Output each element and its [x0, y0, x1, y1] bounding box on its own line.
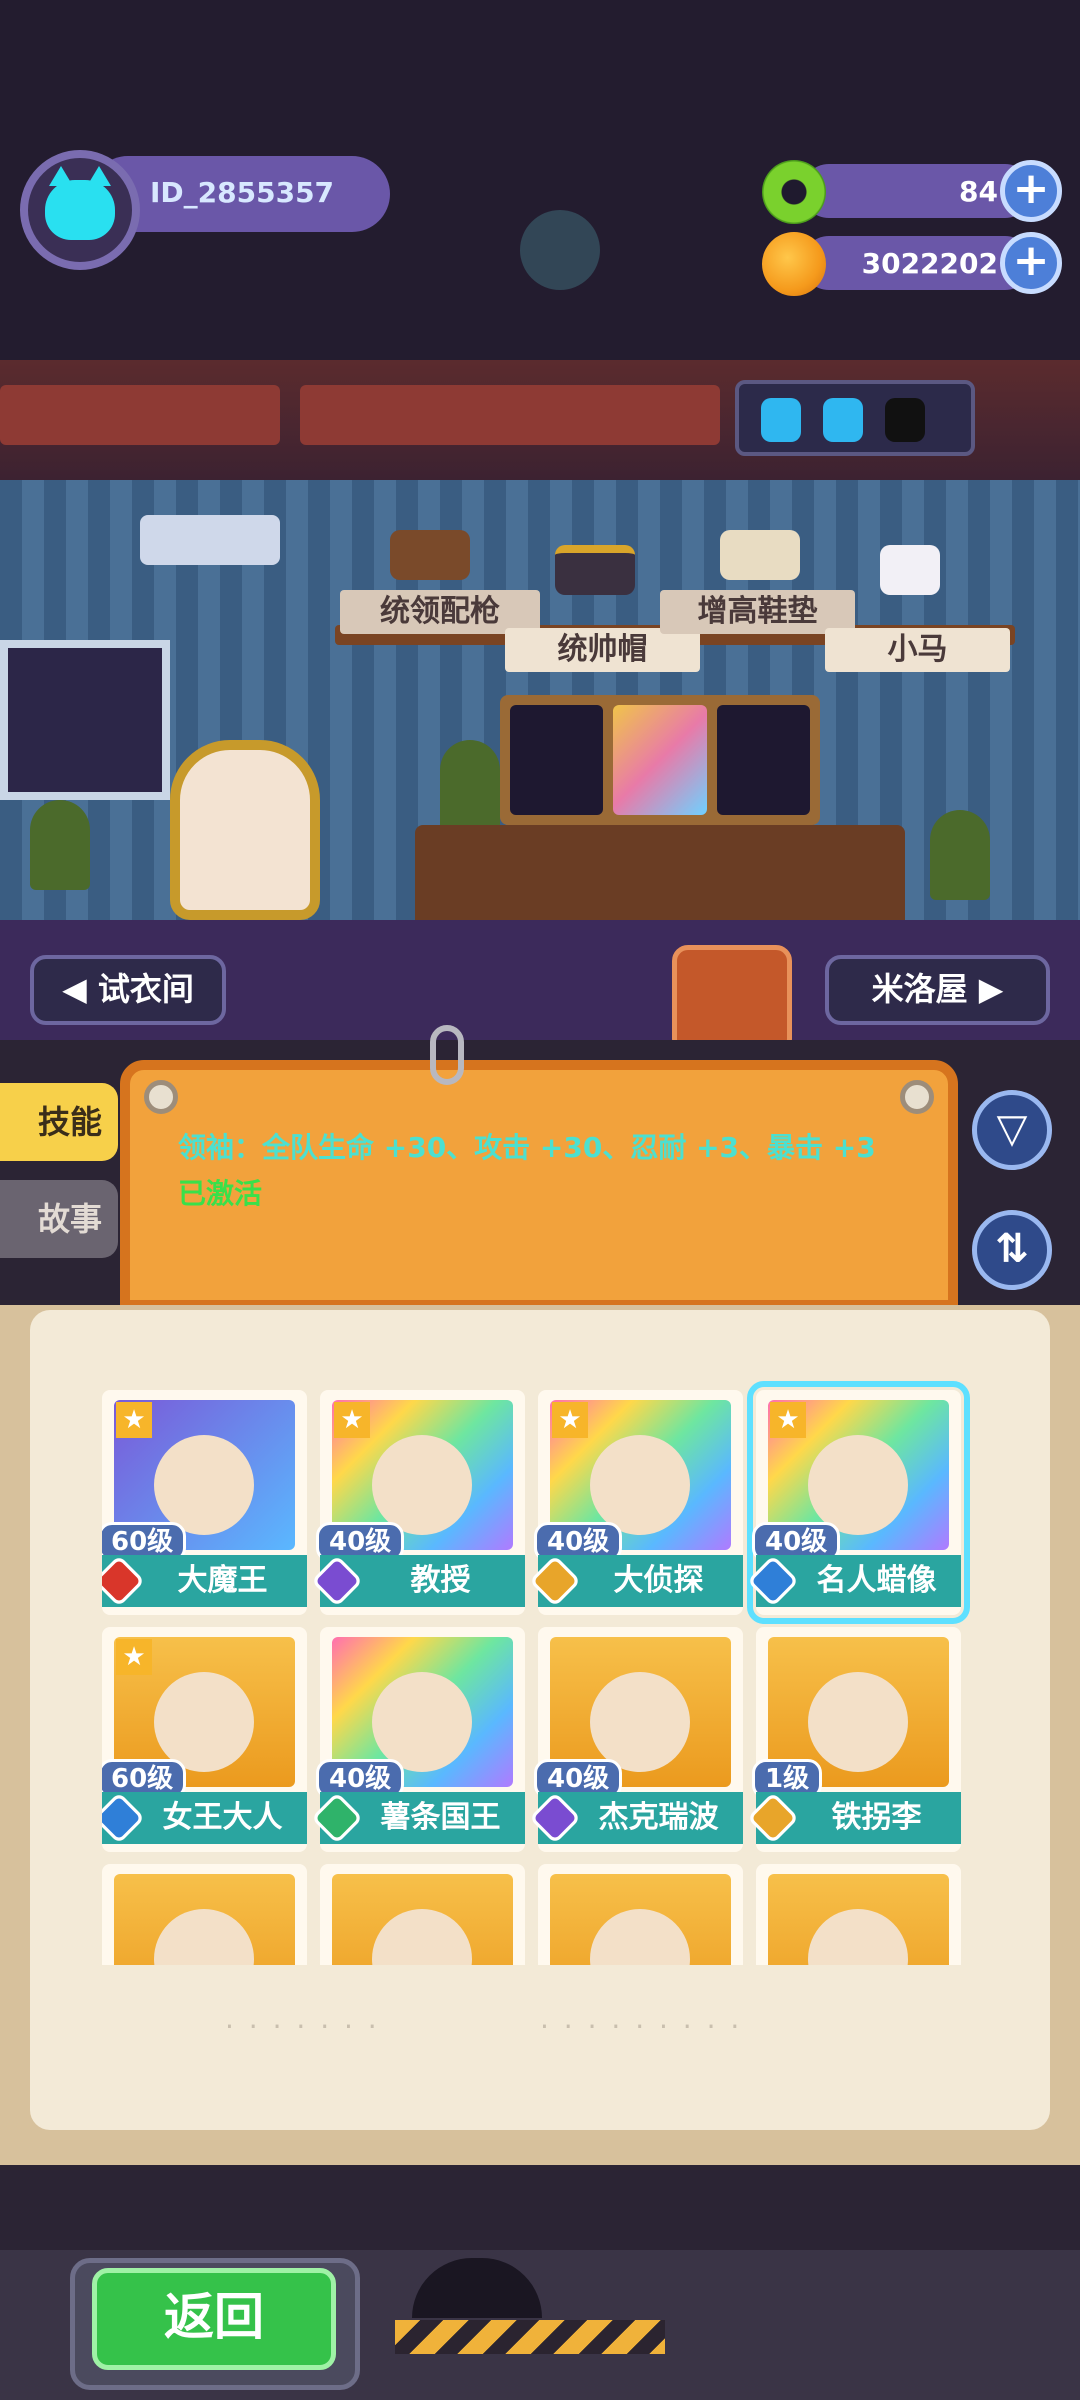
- star-icon: ★: [116, 1402, 152, 1438]
- gem-counter: 84 +: [762, 160, 1062, 224]
- character-face-icon: [590, 1909, 690, 1965]
- character-face-icon: [590, 1672, 690, 1772]
- planet-coin-icon: [762, 232, 826, 296]
- ceiling-fan-icon: [520, 210, 600, 290]
- pin-icon: [900, 1080, 934, 1114]
- equipment-item-pony[interactable]: 小马: [825, 628, 1010, 672]
- energy-battery: [735, 380, 975, 456]
- machine-panel-left: [0, 385, 280, 445]
- character-face-icon: [808, 1435, 908, 1535]
- character-card[interactable]: ★ 60级 女王大人: [102, 1627, 307, 1852]
- green-donut-gem-icon: [762, 160, 826, 224]
- character-card[interactable]: ★ 40级 教授: [310, 1390, 525, 1615]
- character-card[interactable]: ★ 40级 名人蜡像: [746, 1381, 970, 1624]
- character-portrait: [768, 1874, 949, 1965]
- equipment-slot[interactable]: [510, 705, 604, 815]
- pin-icon: [144, 1080, 178, 1114]
- equipment-item-hat[interactable]: 统帅帽: [505, 628, 700, 672]
- plant-icon: [930, 810, 990, 900]
- character-face-icon: [372, 1435, 472, 1535]
- player-profile[interactable]: ID_2855357: [20, 150, 390, 270]
- selected-character-figure: [170, 740, 320, 920]
- filter-button[interactable]: ▽: [972, 1090, 1052, 1170]
- paper-clip-icon: [430, 1025, 464, 1085]
- tab-skill[interactable]: 技能: [0, 1083, 118, 1161]
- character-card[interactable]: ★ 40级 大侦探: [528, 1390, 743, 1615]
- player-id: ID_2855357: [150, 176, 335, 209]
- fitting-room-button[interactable]: ◀ 试衣间: [30, 955, 226, 1025]
- gem-value: 84: [959, 175, 998, 208]
- character-grid: ★ 60级 大魔王 ★ 40级 教授 ★ 40级 大侦探 ★ 40级 名人蜡像 ★ 60级 女王大人 40级薯…: [102, 1380, 982, 1965]
- lamp-icon: [140, 515, 280, 565]
- hazard-stripe: [395, 2320, 665, 2354]
- character-portrait: [332, 1874, 513, 1965]
- character-face-icon: [154, 1672, 254, 1772]
- machine-panel-center: [300, 385, 720, 445]
- character-card[interactable]: [538, 1864, 743, 1965]
- add-gems-button[interactable]: +: [1000, 160, 1062, 222]
- blurred-text: · · · · · · · · ·: [540, 2010, 743, 2043]
- character-card[interactable]: [102, 1864, 307, 1965]
- tab-story[interactable]: 故事: [0, 1180, 118, 1258]
- star-icon: ★: [334, 1402, 370, 1438]
- filter-funnel-icon: ▽: [996, 1106, 1028, 1152]
- star-icon: ★: [116, 1639, 152, 1675]
- pony-icon: [880, 545, 940, 595]
- insole-icon: [720, 530, 800, 580]
- skill-panel: 领袖：全队生命 +30、攻击 +30、忍耐 +3、暴击 +3 已激活: [120, 1060, 958, 1310]
- game-screen: ID_2855357 84 + 3022202 + 统领配枪 统帅帽 增高鞋垫 …: [0, 0, 1080, 2400]
- add-coins-button[interactable]: +: [1000, 232, 1062, 294]
- character-card[interactable]: ★ 60级 大魔王: [102, 1390, 307, 1615]
- character-card[interactable]: 40级 杰克瑞波: [528, 1627, 743, 1852]
- energy-cell-empty-icon: [885, 398, 925, 442]
- character-card[interactable]: 40级 薯条国王: [310, 1627, 525, 1852]
- pistol-icon: [390, 530, 470, 580]
- energy-cell-icon: [823, 398, 863, 442]
- equipment-display-frame[interactable]: [500, 695, 820, 825]
- sort-button[interactable]: ⇅: [972, 1210, 1052, 1290]
- milo-house-button[interactable]: 米洛屋 ▶: [825, 955, 1050, 1025]
- character-face-icon: [372, 1909, 472, 1965]
- blurred-text: · · · · · · ·: [225, 2010, 380, 2043]
- window: [0, 640, 170, 800]
- character-face-icon: [372, 1672, 472, 1772]
- coin-counter: 3022202 +: [762, 232, 1062, 296]
- character-face-icon: [590, 1435, 690, 1535]
- star-icon: ★: [770, 1402, 806, 1438]
- skill-description: 领袖：全队生命 +30、攻击 +30、忍耐 +3、暴击 +3 已激活: [178, 1131, 876, 1210]
- arrow-left-icon: ◀: [62, 970, 98, 1008]
- character-face-icon: [808, 1672, 908, 1772]
- coin-value: 3022202: [861, 247, 998, 280]
- plant-icon: [440, 740, 500, 830]
- energy-cell-icon: [761, 398, 801, 442]
- back-button[interactable]: 返回: [92, 2268, 336, 2370]
- character-card[interactable]: 1级 铁拐李: [746, 1627, 961, 1852]
- star-icon: ★: [552, 1402, 588, 1438]
- plant-icon: [30, 800, 90, 890]
- character-face-icon: [154, 1909, 254, 1965]
- character-face-icon: [154, 1435, 254, 1535]
- character-portrait: [550, 1874, 731, 1965]
- skill-status: 已激活: [178, 1177, 263, 1210]
- character-card[interactable]: [320, 1864, 525, 1965]
- equipment-item-insole[interactable]: 增高鞋垫: [660, 590, 855, 634]
- equipment-slot[interactable]: [613, 705, 707, 815]
- cat-face-icon: [45, 166, 115, 240]
- bicorne-hat-icon: [555, 545, 635, 595]
- chat-bubble-icon[interactable]: [672, 945, 792, 1055]
- character-card[interactable]: [756, 1864, 961, 1965]
- arrow-right-icon: ▶: [967, 970, 1004, 1008]
- character-face-icon: [808, 1909, 908, 1965]
- equipment-slot[interactable]: [716, 705, 810, 815]
- character-portrait: [114, 1874, 295, 1965]
- sort-arrows-icon: ⇅: [995, 1226, 1029, 1272]
- avatar[interactable]: [20, 150, 140, 270]
